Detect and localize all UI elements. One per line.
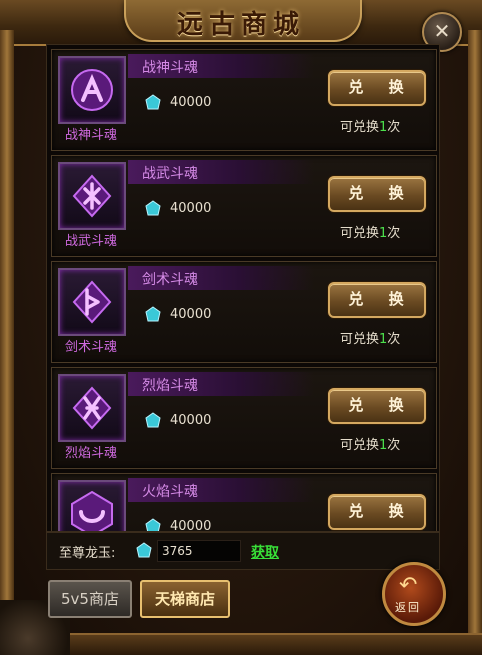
frame-bottom [0, 633, 482, 655]
exchange-limit: 可兑换1次 [340, 226, 401, 241]
item-card: 烈焰斗魂 烈焰斗魂 40000 兑 换 可兑换1次 [51, 367, 437, 469]
frame-left [0, 30, 14, 640]
item-name-bar: 烈焰斗魂 [128, 372, 314, 396]
rune-diamond-x-icon [72, 174, 112, 218]
exchange-limit: 可兑换1次 [340, 120, 401, 135]
item-price: 40000 [170, 201, 212, 216]
item-icon-frame[interactable] [58, 374, 126, 442]
tab-ladder-shop[interactable]: 天梯商店 [140, 580, 230, 618]
item-icon-frame[interactable] [58, 268, 126, 336]
item-price: 40000 [170, 413, 212, 428]
currency-label: 至尊龙玉: [59, 546, 116, 561]
item-card: 剑术斗魂 剑术斗魂 40000 兑 换 可兑换1次 [51, 261, 437, 363]
exchange-button[interactable]: 兑 换 [328, 176, 426, 212]
item-name: 烈焰斗魂 [142, 378, 198, 394]
dragon-jade-gem-icon [145, 412, 161, 428]
dragon-jade-gem-icon [145, 94, 161, 110]
get-currency-link[interactable]: 获取 [251, 542, 279, 562]
item-price: 40000 [170, 95, 212, 110]
item-icon-label: 战武斗魂 [64, 234, 117, 249]
item-name-bar: 火焰斗魂 [128, 478, 314, 502]
item-price: 40000 [170, 307, 212, 322]
item-icon-frame[interactable] [58, 162, 126, 230]
item-list[interactable]: 战神斗魂 战神斗魂 40000 兑 换 可兑换1次 战武斗魂 战武斗魂 4000… [46, 44, 440, 532]
item-icon-label: 战神斗魂 [64, 128, 117, 143]
item-price: 40000 [170, 519, 212, 532]
item-name-bar: 剑术斗魂 [128, 266, 314, 290]
item-icon-label: 烈焰斗魂 [64, 446, 117, 461]
item-icon-frame[interactable] [58, 56, 126, 124]
item-name: 火焰斗魂 [142, 484, 198, 500]
back-label: 返回 [395, 601, 421, 614]
dragon-jade-gem-icon [145, 518, 161, 531]
item-card: 战武斗魂 战武斗魂 40000 兑 换 可兑换1次 [51, 155, 437, 257]
rune-x-icon [72, 386, 112, 430]
close-icon: ✕ [433, 19, 451, 43]
currency-bar: 至尊龙玉: 3765 获取 [46, 532, 440, 570]
frame-right [468, 30, 482, 640]
item-card: 战神斗魂 战神斗魂 40000 兑 换 可兑换1次 [51, 49, 437, 151]
exchange-button[interactable]: 兑 换 [328, 388, 426, 424]
dragon-jade-gem-icon [145, 200, 161, 216]
currency-amount: 3765 [157, 540, 241, 562]
item-icon-frame[interactable] [58, 480, 126, 531]
exchange-limit: 可兑换1次 [340, 332, 401, 347]
item-icon-label: 剑术斗魂 [64, 340, 117, 355]
item-name-bar: 战神斗魂 [128, 54, 314, 78]
exchange-button[interactable]: 兑 换 [328, 282, 426, 318]
rune-crescent-icon [71, 490, 113, 531]
item-name: 战武斗魂 [142, 166, 198, 182]
exchange-button[interactable]: 兑 换 [328, 70, 426, 106]
dragon-jade-gem-icon [145, 306, 161, 322]
item-name: 战神斗魂 [142, 60, 198, 76]
shop-window: 远古商城 ✕ 战神斗魂 战神斗魂 40000 兑 换 可兑换1次 战武斗魂 战武… [0, 0, 482, 655]
dragon-jade-gem-icon [136, 542, 152, 558]
rune-a-icon [71, 69, 113, 111]
item-card: 火焰斗魂 40000 兑 换 [51, 473, 437, 532]
tab-5v5-shop[interactable]: 5v5商店 [48, 580, 132, 618]
window-title: 远古商城 [176, 10, 305, 40]
exchange-button[interactable]: 兑 换 [328, 494, 426, 530]
back-arrow-icon: ↶ [399, 573, 418, 598]
exchange-limit: 可兑换1次 [340, 438, 401, 453]
item-name: 剑术斗魂 [142, 272, 198, 288]
back-button[interactable]: ↶ 返回 [382, 562, 446, 626]
item-name-bar: 战武斗魂 [128, 160, 314, 184]
rune-flag-icon [72, 280, 112, 324]
